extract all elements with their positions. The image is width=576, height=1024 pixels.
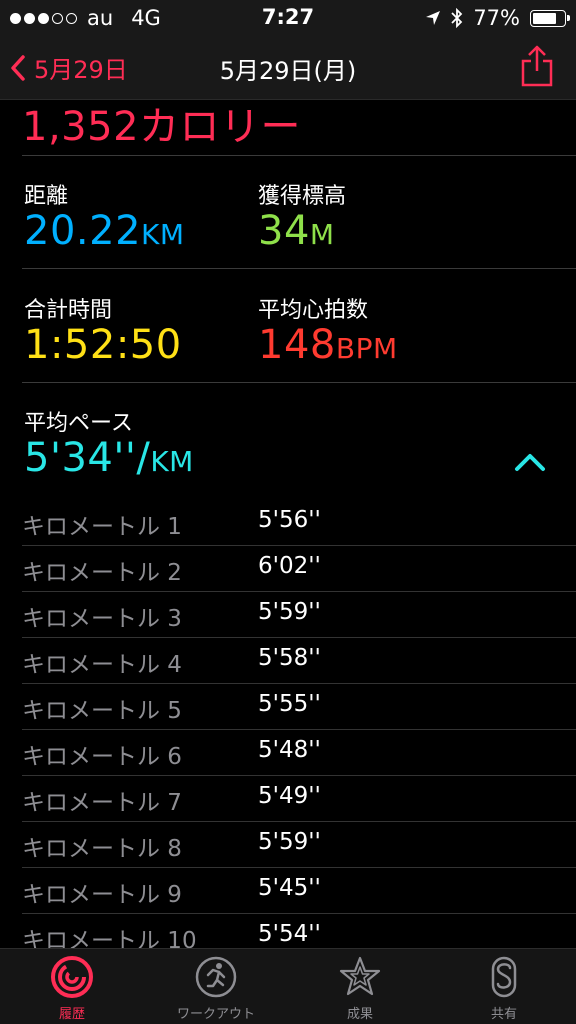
split-row: キロメートル 4 5'58'': [0, 638, 576, 684]
share-button[interactable]: [520, 44, 554, 92]
split-pace: 5'56'': [258, 507, 321, 533]
split-pace: 5'58'': [258, 645, 321, 671]
split-row: キロメートル 3 5'59'': [0, 592, 576, 638]
pace-unit: KM: [150, 445, 194, 478]
heart-rate-unit: BPM: [335, 332, 398, 365]
split-row: キロメートル 9 5'45'': [0, 868, 576, 914]
bluetooth-icon: [451, 8, 463, 28]
split-row: キロメートル 6 5'48'': [0, 730, 576, 776]
split-row: キロメートル 1 5'56'': [0, 500, 576, 546]
split-pace: 5'59'': [258, 829, 321, 855]
battery-percent: 77%: [473, 6, 520, 30]
pace-label: 平均ペース: [24, 411, 133, 436]
split-label: キロメートル 2: [22, 560, 182, 586]
tab-bar: 履歴 ワークアウト 成果 共有: [0, 948, 576, 1024]
tab-sharing[interactable]: 共有: [432, 949, 576, 1024]
split-row: キロメートル 2 6'02'': [0, 546, 576, 592]
split-label: キロメートル 9: [22, 882, 182, 908]
sharing-s-icon: [491, 956, 517, 998]
split-row: キロメートル 7 5'49'': [0, 776, 576, 822]
navigation-bar: 5月29日 5月29日(月): [0, 36, 576, 100]
split-pace: 5'48'': [258, 737, 321, 763]
split-pace: 5'54'': [258, 921, 321, 947]
split-row: キロメートル 10 5'54'': [0, 914, 576, 948]
pace-value: 5'34''/KM: [24, 435, 194, 481]
elevation-label: 獲得標高: [258, 184, 347, 209]
tab-history[interactable]: 履歴: [0, 949, 144, 1024]
heart-rate-value: 148BPM: [258, 322, 398, 368]
split-row: キロメートル 5 5'55'': [0, 684, 576, 730]
divider: [22, 268, 576, 269]
page-title: 5月29日(月): [219, 57, 357, 85]
split-pace: 5'45'': [258, 875, 321, 901]
heart-rate-label: 平均心拍数: [258, 298, 369, 323]
distance-label: 距離: [24, 184, 69, 209]
location-arrow-icon: [426, 11, 441, 25]
workout-detail-scroll[interactable]: 1,352カロリー 距離 20.22KM 獲得標高 34M 合計時間 1:52:…: [0, 100, 576, 948]
split-row: キロメートル 8 5'59'': [0, 822, 576, 868]
chevron-up-icon: [515, 454, 545, 471]
running-figure-icon: [195, 956, 237, 998]
split-label: キロメートル 1: [22, 514, 182, 540]
tab-label: 履歴: [58, 1007, 85, 1022]
split-label: キロメートル 5: [22, 698, 182, 724]
share-icon: [521, 45, 553, 87]
split-pace: 5'55'': [258, 691, 321, 717]
split-pace: 5'49'': [258, 783, 321, 809]
divider: [22, 382, 576, 383]
split-pace: 5'59'': [258, 599, 321, 625]
collapse-splits-button[interactable]: [514, 452, 546, 476]
distance-value: 20.22KM: [24, 208, 185, 254]
elevation-value: 34M: [258, 208, 335, 254]
split-label: キロメートル 7: [22, 790, 182, 816]
total-time-label: 合計時間: [24, 298, 113, 323]
split-label: キロメートル 4: [22, 652, 182, 678]
split-label: キロメートル 3: [22, 606, 182, 632]
split-label: キロメートル 10: [22, 928, 197, 948]
divider: [22, 155, 576, 156]
star-award-icon: [339, 956, 381, 996]
tab-label: 共有: [490, 1007, 517, 1022]
split-label: キロメートル 8: [22, 836, 182, 862]
tab-achievements[interactable]: 成果: [288, 949, 432, 1024]
history-rings-icon: [51, 956, 93, 998]
split-label: キロメートル 6: [22, 744, 182, 770]
split-pace: 6'02'': [258, 553, 321, 579]
tab-workouts[interactable]: ワークアウト: [144, 949, 288, 1024]
status-bar: au 4G 7:27 77%: [0, 0, 576, 36]
elevation-unit: M: [309, 218, 335, 251]
tab-label: ワークアウト: [176, 1007, 255, 1022]
battery-icon: [530, 9, 570, 27]
distance-unit: KM: [141, 218, 185, 251]
tab-label: 成果: [346, 1007, 373, 1022]
calories-value: 1,352カロリー: [22, 104, 302, 150]
status-right-group: 77%: [425, 6, 570, 30]
total-time-value: 1:52:50: [24, 322, 182, 368]
